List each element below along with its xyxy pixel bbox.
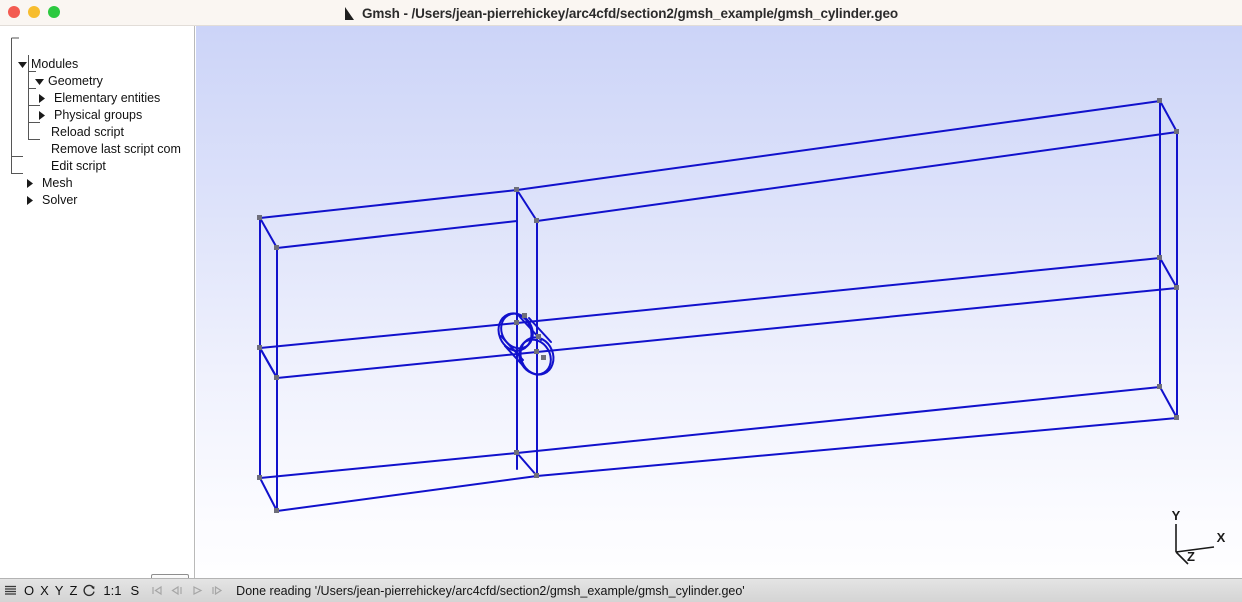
status-bar: O X Y Z 1:1 S Done reading '/Users/jean-… bbox=[0, 578, 1242, 602]
axis-triad-icon: Y X Z bbox=[1172, 508, 1226, 565]
status-message: Done reading '/Users/jean-pierrehickey/a… bbox=[236, 583, 745, 598]
geometry-vertices bbox=[257, 98, 1179, 513]
skip-first-icon[interactable] bbox=[150, 584, 164, 597]
tree-item-label: Modules bbox=[31, 57, 79, 71]
triangle-right-icon[interactable] bbox=[24, 195, 35, 206]
tree-item-edit-script[interactable]: Edit script bbox=[51, 158, 106, 175]
rotate-icon[interactable] bbox=[83, 584, 96, 597]
axis-y-label: Y bbox=[1172, 508, 1181, 523]
status-bar-controls: O X Y Z 1:1 S bbox=[0, 579, 224, 602]
tree-item-label: Elementary entities bbox=[54, 91, 161, 105]
close-window-button[interactable] bbox=[8, 6, 20, 18]
tree-item-label: Mesh bbox=[42, 176, 73, 190]
modules-tree: Modules Geometry Elementary entities Phy… bbox=[0, 26, 194, 546]
triangle-right-icon[interactable] bbox=[24, 178, 35, 189]
tree-item-reload-script[interactable]: Reload script bbox=[51, 124, 124, 141]
tree-item-label: Physical groups bbox=[54, 108, 143, 122]
step-fwd-icon[interactable] bbox=[210, 584, 224, 597]
step-back-icon[interactable] bbox=[170, 584, 184, 597]
status-y-view-button[interactable]: Y bbox=[52, 579, 67, 602]
tree-item-label: Edit script bbox=[51, 159, 106, 173]
gmsh-logo-icon bbox=[344, 6, 354, 20]
hamburger-icon[interactable] bbox=[4, 584, 17, 597]
triangle-down-icon[interactable] bbox=[34, 76, 45, 87]
geometry-viewport[interactable]: Y X Z bbox=[196, 26, 1242, 578]
modules-sidebar: Modules Geometry Elementary entities Phy… bbox=[0, 26, 195, 578]
geometry-wireframe bbox=[257, 98, 1179, 513]
tree-item-solver[interactable]: Solver bbox=[24, 192, 77, 209]
axis-z-label: Z bbox=[1187, 549, 1195, 564]
axis-orientation-widget: Y X Z bbox=[1158, 506, 1230, 568]
window-title: Gmsh - /Users/jean-pierrehickey/arc4cfd/… bbox=[361, 5, 899, 21]
tree-item-physical-groups[interactable]: Physical groups bbox=[36, 107, 142, 124]
window-title-group: Gmsh - /Users/jean-pierrehickey/arc4cfd/… bbox=[0, 0, 1242, 26]
tree-item-elementary-entities[interactable]: Elementary entities bbox=[36, 90, 160, 107]
status-shading-button[interactable]: S bbox=[125, 579, 143, 602]
tree-item-label: Reload script bbox=[51, 125, 124, 139]
play-icon[interactable] bbox=[190, 584, 204, 597]
axis-x-label: X bbox=[1217, 530, 1226, 545]
tree-item-modules[interactable]: Modules bbox=[17, 56, 78, 73]
tree-item-mesh[interactable]: Mesh bbox=[24, 175, 73, 192]
tree-item-label: Remove last script com bbox=[51, 142, 181, 156]
gmsh-application-window: Gmsh - /Users/jean-pierrehickey/arc4cfd/… bbox=[0, 0, 1242, 602]
window-titlebar: Gmsh - /Users/jean-pierrehickey/arc4cfd/… bbox=[0, 0, 1242, 26]
tree-item-label: Geometry bbox=[48, 74, 103, 88]
status-x-view-button[interactable]: X bbox=[37, 579, 52, 602]
window-controls bbox=[8, 6, 60, 18]
triangle-right-icon[interactable] bbox=[36, 93, 47, 104]
status-scale-button[interactable]: 1:1 bbox=[99, 579, 124, 602]
tree-item-geometry[interactable]: Geometry bbox=[34, 73, 103, 90]
triangle-down-icon[interactable] bbox=[17, 59, 28, 70]
status-ortho-button[interactable]: O bbox=[21, 579, 37, 602]
minimize-window-button[interactable] bbox=[28, 6, 40, 18]
maximize-window-button[interactable] bbox=[48, 6, 60, 18]
status-z-view-button[interactable]: Z bbox=[66, 579, 80, 602]
tree-item-label: Solver bbox=[42, 193, 78, 207]
tree-item-remove-last-script-command[interactable]: Remove last script com bbox=[51, 141, 181, 158]
triangle-right-icon[interactable] bbox=[36, 110, 47, 121]
